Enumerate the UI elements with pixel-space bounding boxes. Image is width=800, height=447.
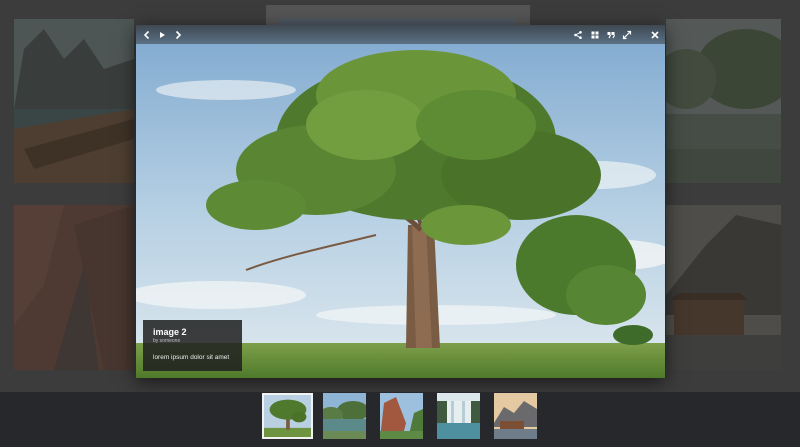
thumbnail-strip: [0, 392, 800, 447]
share-icon: [574, 30, 582, 39]
next-button[interactable]: [170, 27, 186, 42]
chevron-left-icon: [143, 30, 150, 39]
close-button[interactable]: [647, 27, 663, 42]
thumbnail-lake[interactable]: [323, 393, 366, 439]
caption-toggle-button[interactable]: [603, 27, 619, 42]
close-icon: [651, 30, 659, 39]
image-caption: image 2 by someone lorem ipsum dolor sit…: [143, 320, 242, 371]
prev-button[interactable]: [139, 27, 155, 42]
thumbnail-tree[interactable]: [262, 393, 313, 439]
thumbnail-cliff[interactable]: [380, 393, 423, 439]
lightbox-viewer: image 2 by someone lorem ipsum dolor sit…: [136, 25, 665, 378]
caption-description: lorem ipsum dolor sit amet: [153, 354, 230, 361]
share-button[interactable]: [570, 27, 586, 42]
fullscreen-button[interactable]: [619, 27, 635, 42]
chevron-right-icon: [175, 30, 182, 39]
grid-icon: [591, 31, 599, 38]
caption-title: image 2: [153, 327, 187, 337]
slideshow-play-button[interactable]: [154, 27, 170, 42]
thumbnail-waterfall[interactable]: [437, 393, 480, 439]
caption-author: by someone: [153, 338, 181, 344]
thumbnail-house-mountain[interactable]: [494, 393, 537, 439]
quote-icon: [607, 31, 616, 38]
thumbnails-toggle-button[interactable]: [587, 27, 603, 42]
play-icon: [160, 31, 165, 38]
fullscreen-icon: [622, 30, 632, 39]
lightbox-toolbar: [136, 25, 665, 44]
